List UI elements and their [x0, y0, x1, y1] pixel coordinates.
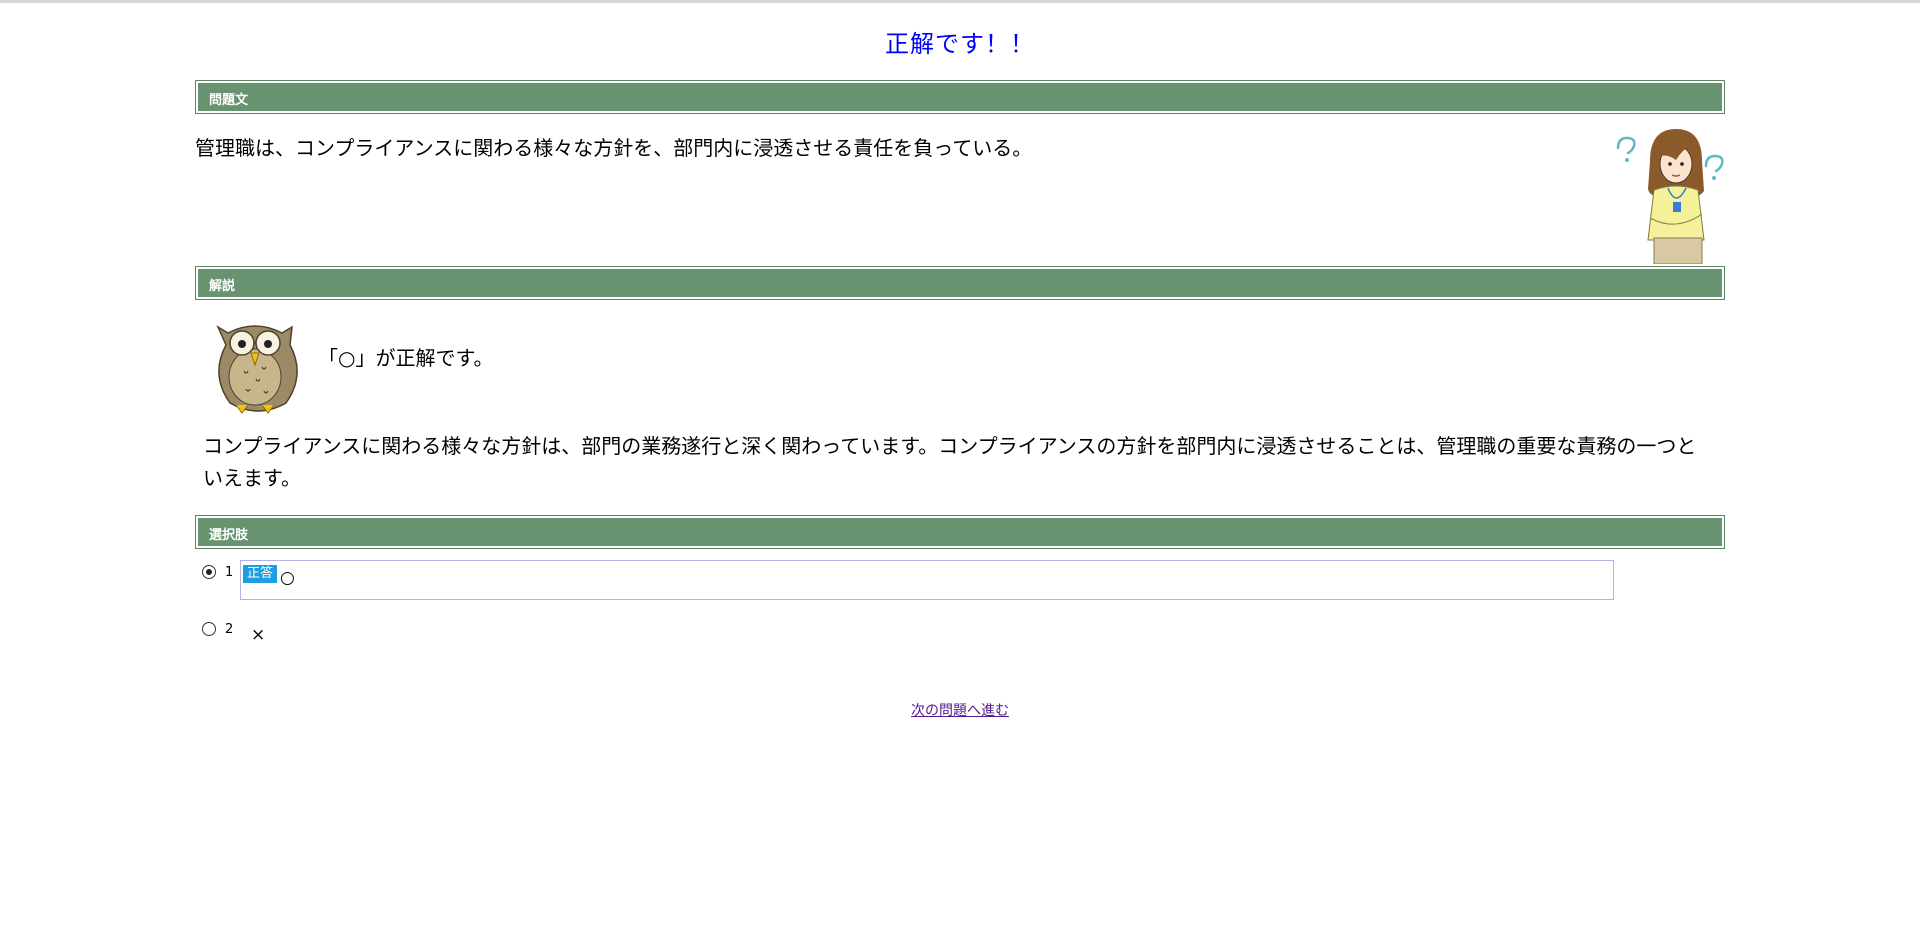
- correct-answer-badge: 正答: [243, 565, 278, 583]
- explanation-text: コンプライアンスに関わる様々な方針は、部門の業務遂行と深く関わっています。コンプ…: [203, 434, 1697, 490]
- answer-statement: 「○」が正解です。: [318, 346, 494, 370]
- choice-1-number: 1: [225, 565, 234, 580]
- next-question-container: 次の問題へ進む: [0, 700, 1920, 720]
- choice-2-text: ×: [251, 625, 266, 645]
- explanation-section-header: 解説: [195, 266, 1725, 300]
- result-title: 正解です！！: [885, 30, 1035, 58]
- question-section-header: 問題文: [195, 80, 1725, 114]
- choices-section-label: 選択肢: [209, 528, 249, 543]
- choice-1-radio[interactable]: [202, 565, 216, 579]
- choice-2-radio[interactable]: [202, 622, 216, 636]
- correct-choice-box: [240, 560, 1614, 600]
- top-border: [0, 0, 1920, 3]
- choice-1-text: ○: [280, 568, 295, 588]
- next-question-link[interactable]: 次の問題へ進む: [911, 703, 1009, 719]
- owl-illustration: [216, 325, 298, 414]
- choice-2-number: 2: [225, 622, 234, 637]
- choices-section-header: 選択肢: [195, 515, 1725, 549]
- explanation-section-label: 解説: [209, 279, 236, 294]
- question-section-label: 問題文: [209, 93, 249, 108]
- question-text: 管理職は、コンプライアンスに関わる様々な方針を、部門内に浸透させる責任を負ってい…: [195, 136, 1033, 160]
- thinking-woman-illustration: [1616, 129, 1724, 264]
